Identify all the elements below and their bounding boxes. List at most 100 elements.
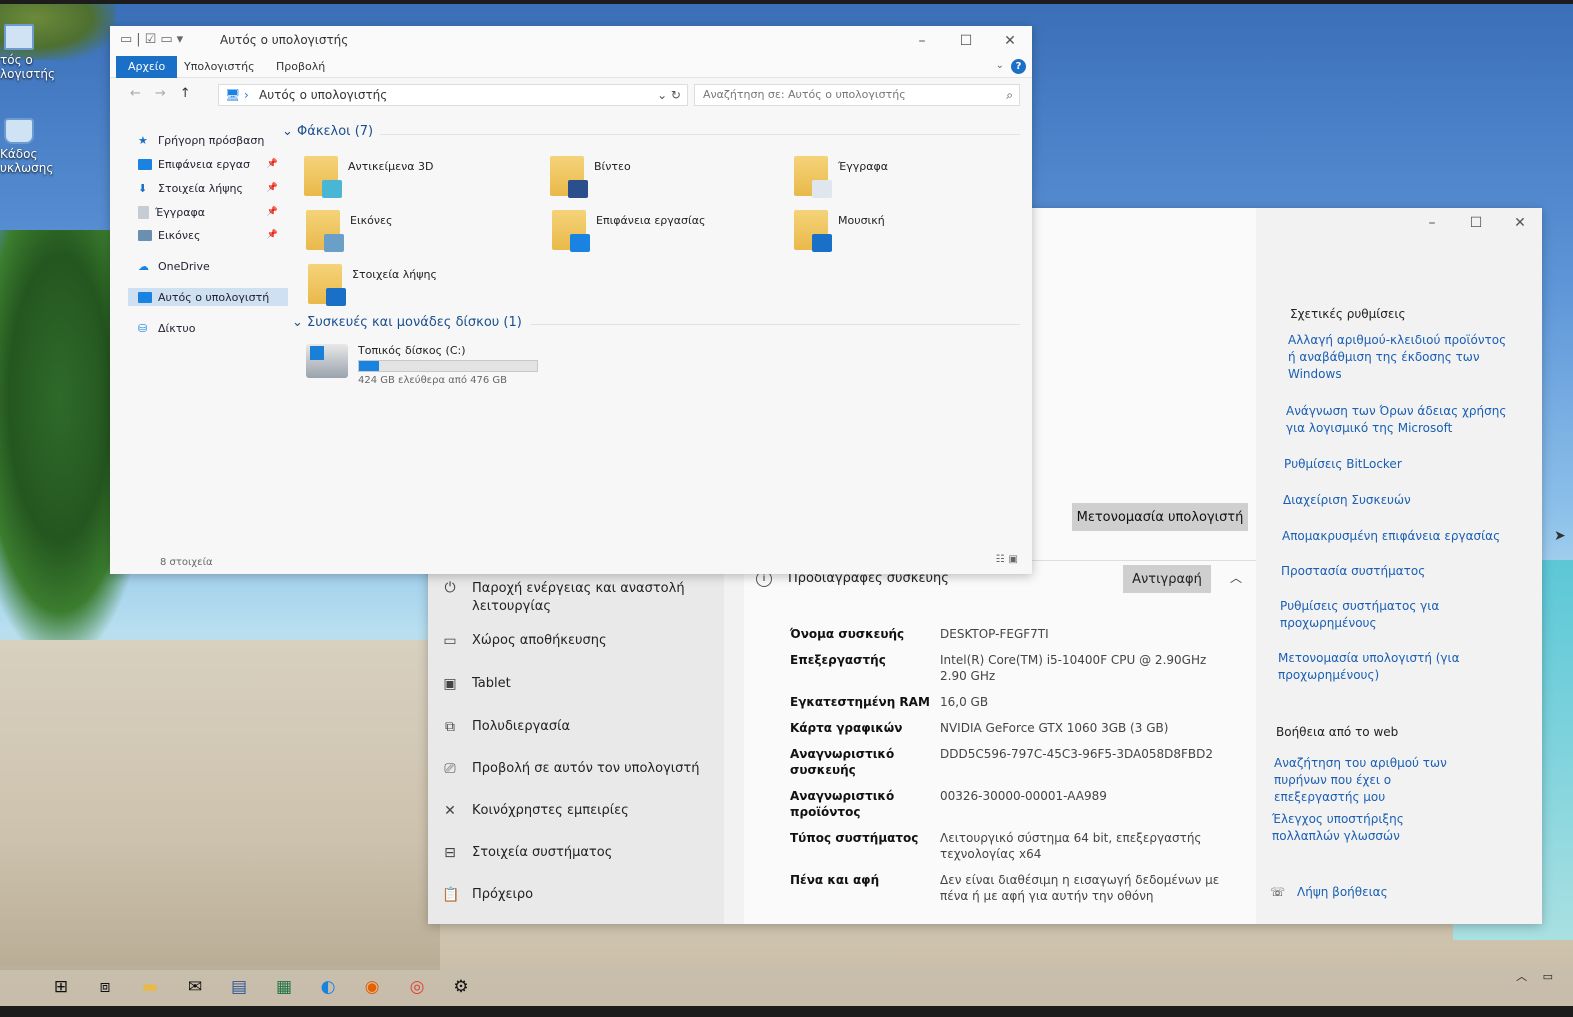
monitor-bezel-bottom [0,1006,1573,1017]
chevron-down-icon[interactable]: ⌄ [996,60,1004,71]
pin-icon[interactable]: 📌 [267,183,278,193]
settings-gear-icon[interactable]: ⚙ [448,974,474,1000]
chevron-down-icon: ⌄ [292,315,308,330]
link-device-manager[interactable]: Διαχείριση Συσκευών [1283,492,1511,509]
local-disk-c[interactable]: Τοπικός δίσκος (C:) 424 GB ελεύθερα από … [306,344,538,386]
folder-label: Βίντεο [594,160,631,173]
link-rename-advanced[interactable]: Μετονομασία υπολογιστή (για προχωρημένου… [1278,650,1506,684]
folders-section-title[interactable]: ⌄ Φάκελοι (7) [282,124,373,139]
help-icon[interactable]: ? [1011,59,1026,74]
folder-videos[interactable]: Βίντεο [550,156,631,198]
nav-quick-access[interactable]: ★ Γρήγορη πρόσβαση [138,131,284,149]
drive-icon [306,344,348,378]
folder-downloads[interactable]: Στοιχεία λήψης [308,264,437,306]
folder-documents[interactable]: Έγγραφα [794,156,888,198]
nav-label: Κοινόχρηστες εμπειρίες [472,803,629,818]
search-input[interactable]: Αναζήτηση σε: Αυτός ο υπολογιστής ⌕ [694,84,1020,106]
nav-projecting[interactable]: ⎚ Προβολή σε αυτόν τον υπολογιστή [442,761,712,777]
nav-network[interactable]: ⛁ Δίκτυο [138,319,284,337]
windows-start-icon[interactable]: ⊞ [48,974,74,1000]
nav-clipboard[interactable]: 📋 Πρόχειρο [442,887,712,903]
link-bitlocker[interactable]: Ρυθμίσεις BitLocker [1284,456,1512,473]
nav-shared-experiences[interactable]: ✕ Κοινόχρηστες εμπειρίες [442,803,712,819]
link-remote-desktop[interactable]: Απομακρυσμένη επιφάνεια εργασίας [1282,528,1510,545]
quick-access-toolbar-icon[interactable]: ▭|☑▭▾ [120,32,187,47]
desktop-icon-recycle-bin[interactable]: Κάδος υκλωσης [0,118,62,175]
copy-button[interactable]: Αντιγραφή [1123,565,1211,593]
link-change-product-key[interactable]: Αλλαγή αριθμού-κλειδιού προϊόντος ή αναβ… [1288,332,1516,383]
edge-icon[interactable]: ◐ [315,974,341,1000]
status-bar-count: 8 στοιχεία [160,557,213,568]
spec-key: Εγκατεστημένη RAM [790,695,930,709]
spec-value: Intel(R) Core(TM) i5-10400F CPU @ 2.90GH… [940,653,1207,683]
pin-icon[interactable]: 📌 [267,207,278,217]
explorer-title-buttons: – ☐ ✕ [900,26,1032,56]
chrome-icon[interactable]: ◎ [404,974,430,1000]
close-icon[interactable]: ✕ [988,26,1032,56]
link-cpu-cores[interactable]: Αναζήτηση του αριθμού των πυρήνων που έχ… [1274,755,1474,806]
nav-downloads[interactable]: ⬇ Στοιχεία λήψης 📌 [138,179,284,197]
link-advanced-system-settings[interactable]: Ρυθμίσεις συστήματος για προχωρημένους [1280,598,1508,632]
link-system-protection[interactable]: Προστασία συστήματος [1281,563,1509,580]
nav-tablet[interactable]: ▣ Tablet [442,676,712,692]
chevron-up-icon[interactable]: ︿ [1230,569,1242,586]
link-multilanguage[interactable]: Έλεγχος υποστήριξης πολλαπλών γλωσσών [1272,811,1472,845]
system-tray-chevron-icon[interactable]: ︿ ▭ [1516,968,1559,984]
nav-onedrive[interactable]: ☁ OneDrive [138,257,284,275]
word-icon[interactable]: ▤ [226,974,252,1000]
task-view-icon[interactable]: ⧈ [92,974,118,1000]
nav-label: Αυτός ο υπολογιστή [158,290,270,304]
nav-label: Στοιχεία συστήματος [472,845,613,860]
ribbon: Αρχείο Υπολογιστής Προβολή ⌄ ? [110,56,1032,78]
link-license-terms[interactable]: Ανάγνωση των Όρων άδειας χρήσης για λογι… [1286,403,1514,437]
minimize-icon[interactable]: – [900,26,944,56]
address-text: Αυτός ο υπολογιστής [259,88,388,102]
nav-label: Επιφάνεια εργασ [158,157,251,171]
folder-music[interactable]: Μουσική [794,210,885,252]
folder-3d-objects[interactable]: Αντικείμενα 3D [304,156,433,198]
search-icon: ⌕ [1006,88,1013,102]
spec-row: Αναγνωριστικό προϊόντος 00326-30000-0000… [790,788,1250,820]
firefox-icon[interactable]: ◉ [359,974,385,1000]
nav-multitasking[interactable]: ⧉ Πολυδιεργασία [442,719,712,735]
nav-this-pc[interactable]: Αυτός ο υπολογιστή [128,288,288,306]
address-row: ←→↑ 🖥 › Αυτός ο υπολογιστής ⌄ ↻ Αναζήτησ… [110,82,1032,110]
shared-experiences-icon: ✕ [444,803,456,819]
folder-desktop[interactable]: Επιφάνεια εργασίας [552,210,705,252]
pin-icon[interactable]: 📌 [267,159,278,169]
drive-label: Τοπικός δίσκος (C:) [358,344,466,357]
pictures-icon [138,229,152,241]
nav-storage[interactable]: ▭ Χώρος αποθήκευσης [442,633,712,649]
nav-label: Έγγραφα [155,205,205,219]
view-toggle-icon[interactable]: ☷▣ [996,554,1022,565]
nav-label: Δίκτυο [158,321,196,335]
pin-icon[interactable]: 📌 [267,230,278,240]
folder-pictures[interactable]: Εικόνες [306,210,392,252]
mail-icon[interactable]: ✉ [182,974,208,1000]
desktop-icon-label: Κάδος υκλωσης [0,147,54,175]
file-explorer-icon[interactable]: ▬ [137,974,163,1000]
nav-arrows-icon[interactable]: ←→↑ [130,86,205,101]
address-bar[interactable]: 🖥 › Αυτός ο υπολογιστής ⌄ ↻ [218,84,688,106]
nav-label: Tablet [472,676,511,691]
nav-label: Πολυδιεργασία [472,719,571,734]
tab-computer[interactable]: Υπολογιστής [172,56,267,78]
desktop-icon-this-pc[interactable]: τός ο λογιστής [0,24,62,81]
nav-desktop[interactable]: Επιφάνεια εργασ 📌 [138,155,284,173]
rename-pc-button[interactable]: Μετονομασία υπολογιστή [1072,503,1248,531]
nav-power-sleep[interactable]: ⏻ Παροχή ενέργειας και αναστολή λειτουργ… [442,580,712,616]
related-settings-panel: Σχετικές ρυθμίσεις Αλλαγή αριθμού-κλειδι… [1268,208,1542,924]
excel-icon[interactable]: ▦ [271,974,297,1000]
nav-system-components[interactable]: ⊟ Στοιχεία συστήματος [442,845,712,861]
nav-pictures[interactable]: Εικόνες 📌 [138,226,284,244]
get-help-label: Λήψη βοήθειας [1297,885,1388,899]
devices-section-title[interactable]: ⌄ Συσκευές και μονάδες δίσκου (1) [292,315,522,330]
maximize-icon[interactable]: ☐ [944,26,988,56]
tab-view[interactable]: Προβολή [264,56,337,78]
nav-documents[interactable]: Έγγραφα 📌 [138,203,284,221]
desktop-icon [138,158,152,170]
refresh-icon[interactable]: ⌄ ↻ [657,85,681,105]
get-help-link[interactable]: ☏ Λήψη βοήθειας [1270,884,1498,901]
spec-key: Κάρτα γραφικών [790,721,903,735]
tab-file[interactable]: Αρχείο [116,56,178,78]
